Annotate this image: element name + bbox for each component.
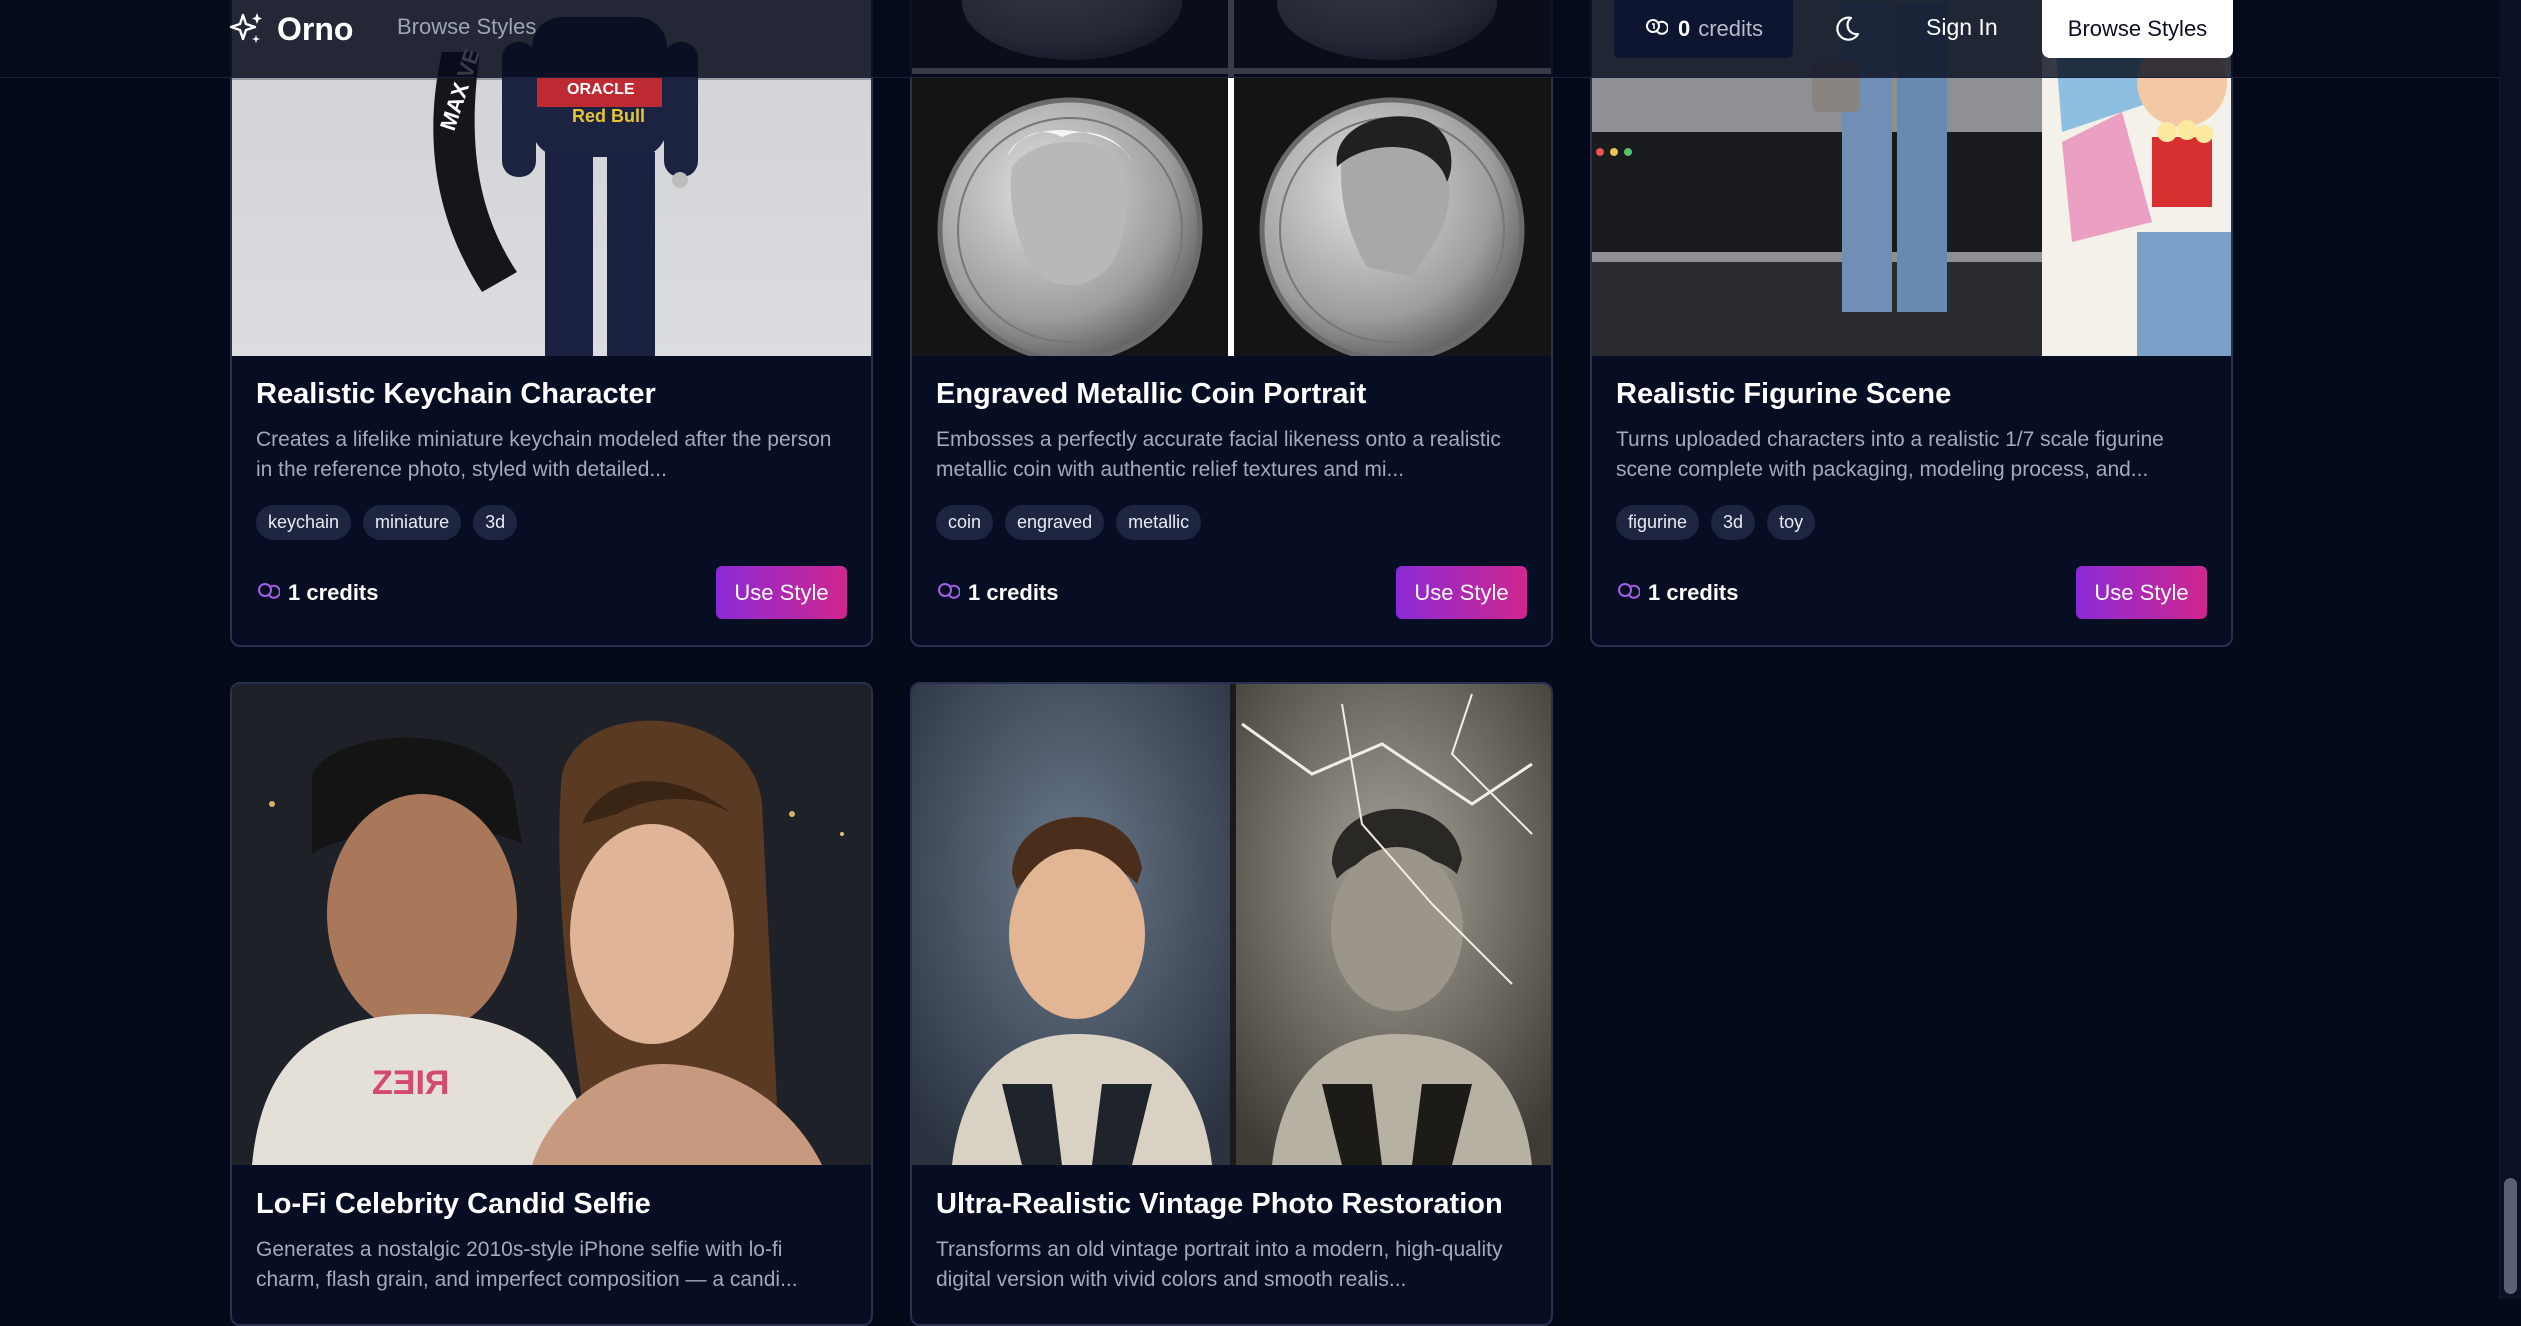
tag[interactable]: toy xyxy=(1767,505,1816,540)
tag[interactable]: metallic xyxy=(1116,505,1202,540)
style-preview-image xyxy=(912,684,1551,1165)
card-description: Embosses a perfectly accurate facial lik… xyxy=(936,428,1501,481)
svg-text:ZƎIЯ: ZƎIЯ xyxy=(372,1064,449,1102)
cost-indicator: 1 credits xyxy=(936,580,1059,606)
style-card[interactable]: Engraved Metallic Coin Portrait Embosses… xyxy=(910,0,1553,647)
credits-label: credits xyxy=(1698,16,1764,41)
style-card[interactable]: ZƎIЯ Lo-Fi Celebrity Candid Selfie Gener… xyxy=(230,682,873,1326)
card-title: Lo-Fi Celebrity Candid Selfie xyxy=(256,1188,651,1220)
coins-icon xyxy=(938,582,960,599)
tag[interactable]: figurine xyxy=(1616,505,1700,540)
tag[interactable]: coin xyxy=(936,505,994,540)
tag-list: keychain miniature 3d xyxy=(256,505,847,540)
svg-text:ORACLE: ORACLE xyxy=(567,81,635,98)
cost-label: 1 credits xyxy=(288,579,379,605)
dark-mode-toggle-icon[interactable] xyxy=(1831,13,1863,45)
style-card[interactable]: Realistic Figurine Scene Turns uploaded … xyxy=(1590,0,2233,647)
tag[interactable]: engraved xyxy=(1005,505,1105,540)
use-style-button[interactable]: Use Style xyxy=(716,566,847,619)
credits-count: 0 xyxy=(1677,16,1691,41)
sign-in-button[interactable]: Sign In xyxy=(1926,14,1998,41)
tag[interactable]: 3d xyxy=(1711,505,1756,540)
cost-label: 1 credits xyxy=(1648,579,1739,605)
cost-label: 1 credits xyxy=(968,579,1059,605)
tag[interactable]: miniature xyxy=(363,505,462,540)
coins-icon xyxy=(1618,582,1640,599)
coins-icon xyxy=(1645,19,1668,35)
coins-icon xyxy=(258,582,280,599)
card-title: Ultra-Realistic Vintage Photo Restoratio… xyxy=(936,1188,1503,1220)
card-title: Realistic Figurine Scene xyxy=(1616,378,1952,410)
browse-styles-button[interactable]: Browse Styles xyxy=(2042,0,2233,58)
tag[interactable]: 3d xyxy=(473,505,518,540)
use-style-button[interactable]: Use Style xyxy=(2076,566,2207,619)
sparkles-icon xyxy=(229,13,262,43)
card-description: Creates a lifelike miniature keychain mo… xyxy=(256,428,832,481)
svg-text:Red Bull: Red Bull xyxy=(572,106,645,126)
top-navbar: Orno Browse Styles 0 credits Sign In Bro… xyxy=(0,0,2500,78)
page-scrollbar[interactable] xyxy=(2499,0,2521,1299)
card-description: Transforms an old vintage portrait into … xyxy=(936,1238,1503,1291)
logo[interactable]: Orno xyxy=(229,11,353,47)
nav-browse-styles[interactable]: Browse Styles xyxy=(397,14,536,40)
tag-list: figurine 3d toy xyxy=(1616,505,2207,540)
tag-list: coin engraved metallic xyxy=(936,505,1527,540)
use-style-button[interactable]: Use Style xyxy=(1396,566,1527,619)
credits-indicator[interactable]: 0 credits xyxy=(1614,0,1793,58)
cost-indicator: 1 credits xyxy=(256,580,379,606)
card-title: Realistic Keychain Character xyxy=(256,378,656,410)
card-description: Generates a nostalgic 2010s-style iPhone… xyxy=(256,1238,798,1291)
style-preview-image: ZƎIЯ xyxy=(232,684,871,1165)
logo-text: Orno xyxy=(277,10,354,47)
style-card[interactable]: Ultra-Realistic Vintage Photo Restoratio… xyxy=(910,682,1553,1326)
tag[interactable]: keychain xyxy=(256,505,352,540)
cost-indicator: 1 credits xyxy=(1616,580,1739,606)
card-title: Engraved Metallic Coin Portrait xyxy=(936,378,1367,410)
style-card[interactable]: MAX VE ORACLE Red Bull Realistic Keychai… xyxy=(230,0,873,647)
scrollbar-thumb[interactable] xyxy=(2504,1178,2517,1294)
card-description: Turns uploaded characters into a realist… xyxy=(1616,428,2164,481)
